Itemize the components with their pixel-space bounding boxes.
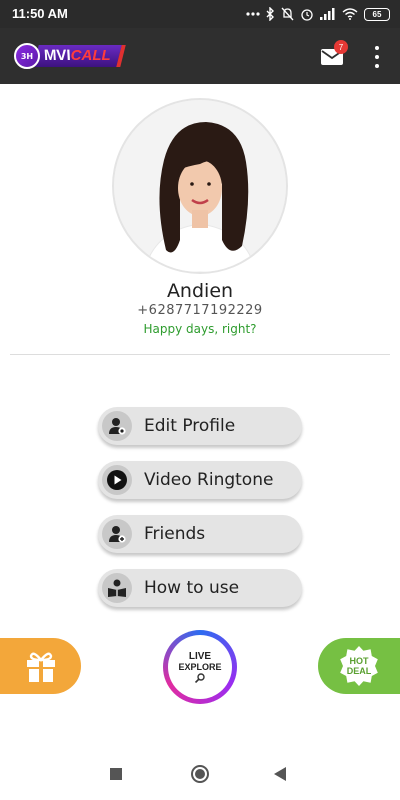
live-explore-badge: LIVE EXPLORE bbox=[168, 635, 232, 699]
more-vert-icon[interactable] bbox=[368, 46, 386, 68]
hot-label: HOT bbox=[349, 656, 369, 666]
mail-count-badge: 7 bbox=[334, 40, 348, 54]
edit-profile-icon bbox=[102, 411, 132, 441]
status-bar: 11:50 AM 65 bbox=[0, 0, 400, 28]
friends-label: Friends bbox=[144, 524, 206, 544]
bluetooth-icon bbox=[266, 7, 274, 21]
gift-button[interactable] bbox=[0, 638, 81, 694]
explore-label: EXPLORE bbox=[178, 662, 222, 672]
mute-bell-icon bbox=[281, 7, 294, 21]
wifi-icon bbox=[342, 8, 358, 20]
battery-icon: 65 bbox=[364, 7, 390, 21]
hot-deal-button[interactable]: HOT DEAL bbox=[318, 638, 400, 694]
logo-wordmark: MVICALL bbox=[33, 45, 126, 67]
live-explore-button[interactable]: LIVE EXPLORE bbox=[163, 630, 237, 704]
gift-icon bbox=[26, 652, 55, 682]
magnifier-icon bbox=[194, 673, 205, 683]
avatar-photo bbox=[114, 100, 286, 272]
friends-button[interactable]: Friends bbox=[98, 515, 302, 553]
system-nav-bar bbox=[0, 748, 400, 800]
edit-profile-label: Edit Profile bbox=[144, 416, 236, 436]
app-bar: MVICALL 3H 7 bbox=[0, 28, 400, 84]
video-ringtone-label: Video Ringtone bbox=[144, 470, 274, 490]
play-icon bbox=[102, 465, 132, 495]
profile-status: Happy days, right? bbox=[143, 322, 257, 336]
hot-deal-badge: HOT DEAL bbox=[340, 646, 378, 686]
edit-profile-button[interactable]: Edit Profile bbox=[98, 407, 302, 445]
signal-icon bbox=[320, 8, 335, 20]
alarm-icon bbox=[301, 9, 313, 21]
back-icon[interactable] bbox=[274, 767, 286, 781]
how-to-use-label: How to use bbox=[144, 578, 240, 598]
more-dots-icon bbox=[246, 12, 260, 16]
divider bbox=[10, 354, 390, 355]
how-to-use-button[interactable]: How to use bbox=[98, 569, 302, 607]
status-time: 11:50 AM bbox=[12, 6, 68, 21]
status-icons: 65 bbox=[246, 5, 390, 23]
live-label: LIVE bbox=[188, 651, 212, 662]
app-logo[interactable]: MVICALL 3H bbox=[14, 42, 126, 70]
recents-icon[interactable] bbox=[110, 768, 122, 780]
profile-avatar[interactable] bbox=[114, 100, 286, 272]
profile-name: Andien bbox=[166, 280, 234, 302]
guide-book-icon bbox=[102, 573, 132, 603]
profile-phone: +6287717192229 bbox=[137, 303, 263, 318]
deal-label: DEAL bbox=[346, 666, 372, 676]
logo-badge: 3H bbox=[14, 43, 40, 69]
home-icon[interactable] bbox=[191, 765, 209, 783]
video-ringtone-button[interactable]: Video Ringtone bbox=[98, 461, 302, 499]
add-friend-icon bbox=[102, 519, 132, 549]
